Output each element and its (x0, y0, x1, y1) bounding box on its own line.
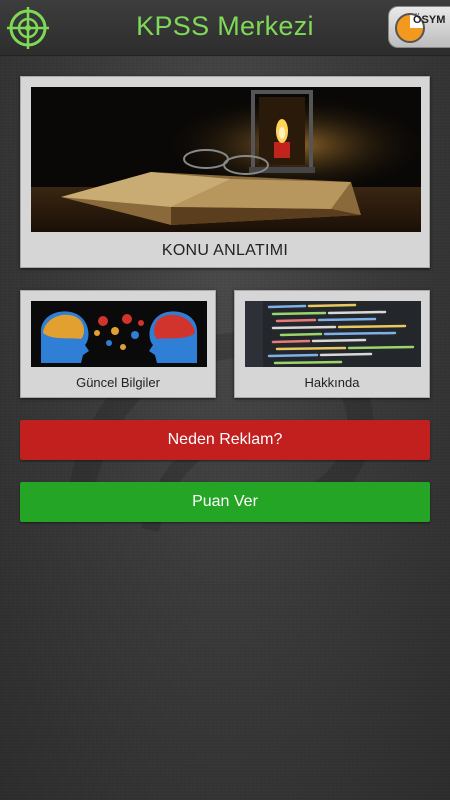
puan-ver-button[interactable]: Puan Ver (20, 482, 430, 522)
hakkinda-label: Hakkında (304, 375, 360, 390)
code-screen-image (245, 301, 421, 367)
konu-anlatimi-card[interactable]: KONU ANLATIMI (20, 76, 430, 268)
osym-badge-text: ÖSYM (413, 14, 446, 26)
osym-badge[interactable]: ÖSYM (388, 6, 450, 48)
heads-gears-image (31, 301, 207, 367)
hakkinda-card[interactable]: Hakkında (234, 290, 430, 398)
konu-anlatimi-label: KONU ANLATIMI (161, 242, 289, 259)
app-title: KPSS Merkezi (136, 11, 314, 41)
neden-reklam-button[interactable]: Neden Reklam? (20, 420, 430, 460)
app-header: KPSS Merkezi ÖSYM (0, 0, 450, 56)
guncel-bilgiler-label: Güncel Bilgiler (76, 375, 160, 390)
guncel-bilgiler-card[interactable]: Güncel Bilgiler (20, 290, 216, 398)
book-candle-image (31, 87, 421, 232)
